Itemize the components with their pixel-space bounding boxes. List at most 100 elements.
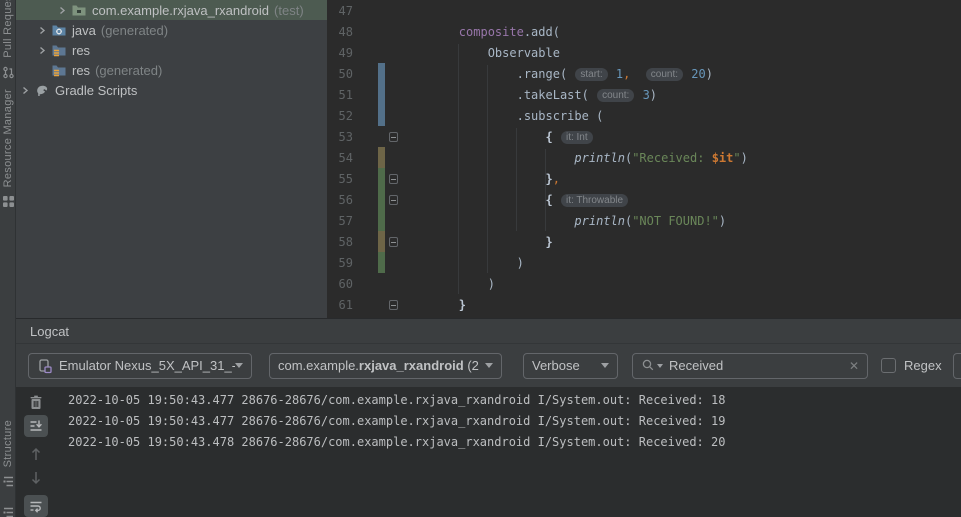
log-line[interactable]: 2022-10-05 19:50:43.477 28676-28676/com.… [68, 411, 725, 432]
tool-stripe-button-structure[interactable]: Structure [2, 420, 14, 467]
project-tree-panel: com.example.rxjava_rxandroid (test) java (g… [16, 0, 327, 318]
package-name: rxjava_rxandroid [358, 358, 464, 373]
line-number: 48 [338, 24, 353, 39]
gutter-change-bar-empty [378, 21, 385, 42]
code-line-61[interactable]: 61 } [327, 294, 961, 315]
clear-logcat-button[interactable] [24, 391, 48, 413]
code-line-60[interactable]: 60 ) [327, 273, 961, 294]
line-number: 61 [338, 297, 353, 312]
indent-guide [545, 149, 546, 231]
search-history-chevron-icon[interactable] [657, 363, 663, 368]
soft-wrap-button[interactable] [24, 495, 48, 517]
tree-item-suffix: (test) [274, 2, 304, 18]
line-number: 53 [338, 129, 353, 144]
log-line[interactable]: 2022-10-05 19:50:43.478 28676-28676/com.… [68, 432, 725, 453]
inline-parameter-hint: it: Int [560, 130, 593, 144]
close-icon[interactable]: ✕ [849, 359, 859, 373]
device-icon [37, 358, 53, 374]
cutoff-toolbar-box[interactable] [953, 352, 961, 379]
tool-stripe-partial-icon[interactable] [2, 506, 15, 517]
code-line-59[interactable]: 59 ) [327, 252, 961, 273]
chevron-right-icon[interactable] [35, 43, 49, 57]
indent-guide [516, 128, 517, 231]
code-text: println("Received: $it") [574, 150, 748, 165]
fold-marker-icon[interactable] [385, 299, 401, 310]
code-editor[interactable]: 47 48 composite.add(49 Observable 50 .rang… [327, 0, 961, 318]
code-text: }, [545, 171, 560, 186]
device-selector-value: Emulator Nexus_5X_API_31_-. [59, 358, 235, 373]
pull-request-icon[interactable] [2, 66, 15, 79]
search-icon [641, 358, 655, 374]
chevron-right-icon[interactable] [55, 3, 69, 17]
code-text: .range( start: 1, count: 20) [516, 66, 713, 81]
inline-parameter-hint: start: [575, 67, 608, 81]
code-line-53[interactable]: 53 { it: Int [327, 126, 961, 147]
tree-item-label: res [72, 42, 91, 58]
code-line-47[interactable]: 47 [327, 0, 961, 21]
gutter-change-bar-empty [378, 42, 385, 63]
structure-icon[interactable] [2, 475, 15, 488]
tree-item-label: com.example.rxjava_rxandroid [92, 2, 270, 18]
tree-row-gradle-scripts[interactable]: Gradle Scripts [16, 80, 327, 100]
code-text: Observable [401, 45, 560, 60]
tool-stripe-button-resource-manager[interactable]: Resource Manager [2, 89, 14, 187]
code-line-49[interactable]: 49 Observable [327, 42, 961, 63]
code-text: ) [401, 276, 495, 291]
logcat-side-toolbar [16, 387, 56, 517]
gutter-change-bar-olive [378, 147, 385, 168]
chevron-right-icon[interactable] [35, 23, 49, 37]
log-level-selector[interactable]: Verbose [523, 352, 618, 379]
gutter-change-bar-empty [378, 126, 385, 147]
tree-item-label: res [72, 62, 91, 78]
resource-manager-icon[interactable] [2, 195, 15, 208]
line-number: 51 [338, 87, 353, 102]
code-line-51[interactable]: 51 .takeLast( count: 3) [327, 84, 961, 105]
gutter-change-bar-green [378, 189, 385, 210]
folder-res [51, 42, 67, 58]
logcat-log-lines: 2022-10-05 19:50:43.477 28676-28676/com.… [56, 387, 725, 517]
tree-row-java[interactable]: java (generated) [16, 20, 327, 40]
code-text: } [545, 234, 553, 249]
gutter-change-bar-green [378, 168, 385, 189]
gutter-change-bar-blue [378, 105, 385, 126]
code-line-58[interactable]: 58 } [327, 231, 961, 252]
line-number: 47 [338, 3, 353, 18]
logcat-search-box[interactable]: ✕ [632, 352, 868, 379]
code-line-56[interactable]: 56 { it: Throwable [327, 189, 961, 210]
fold-marker-icon[interactable] [385, 173, 401, 184]
code-line-54[interactable]: 54 println("Received: $it") [327, 147, 961, 168]
tree-row-com-example-rxjava-rxandroid[interactable]: com.example.rxjava_rxandroid (test) [16, 0, 327, 20]
inline-parameter-hint: count: [645, 67, 684, 81]
code-line-57[interactable]: 57 println("NOT FOUND!") [327, 210, 961, 231]
next-occurrence-button [24, 467, 48, 489]
code-line-50[interactable]: 50 .range( start: 1, count: 20) [327, 63, 961, 84]
line-number: 50 [338, 66, 353, 81]
line-number: 58 [338, 234, 353, 249]
tool-stripe-button-pull-requests[interactable]: Pull Requests [2, 0, 14, 58]
fold-marker-icon[interactable] [385, 194, 401, 205]
code-line-52[interactable]: 52 .subscribe ( [327, 105, 961, 126]
gutter-change-bar-blue [378, 63, 385, 84]
tree-row-res[interactable]: res (generated) [16, 60, 327, 80]
line-number: 56 [338, 192, 353, 207]
code-text: ) [401, 255, 524, 270]
code-line-48[interactable]: 48 composite.add( [327, 21, 961, 42]
fold-marker-icon[interactable] [385, 236, 401, 247]
fold-marker-icon[interactable] [385, 131, 401, 142]
tree-row-res[interactable]: res [16, 40, 327, 60]
previous-occurrence-button [24, 443, 48, 465]
log-line[interactable]: 2022-10-05 19:50:43.477 28676-28676/com.… [68, 390, 725, 411]
chevron-right-icon[interactable] [18, 83, 32, 97]
device-selector[interactable]: Emulator Nexus_5X_API_31_-. [28, 352, 252, 379]
logcat-toolbar: Emulator Nexus_5X_API_31_-. com.example.… [16, 344, 961, 387]
package-selector[interactable]: com.example.rxjava_rxandroid (2 [269, 352, 502, 379]
scroll-to-end-button[interactable] [24, 415, 48, 437]
code-line-55[interactable]: 55 }, [327, 168, 961, 189]
folder-test [71, 2, 87, 18]
search-input[interactable] [669, 358, 845, 373]
regex-checkbox[interactable] [881, 358, 896, 373]
tree-item-label: java [72, 22, 96, 38]
tree-item-suffix: (generated) [95, 62, 163, 78]
code-text: .takeLast( count: 3) [401, 87, 658, 102]
